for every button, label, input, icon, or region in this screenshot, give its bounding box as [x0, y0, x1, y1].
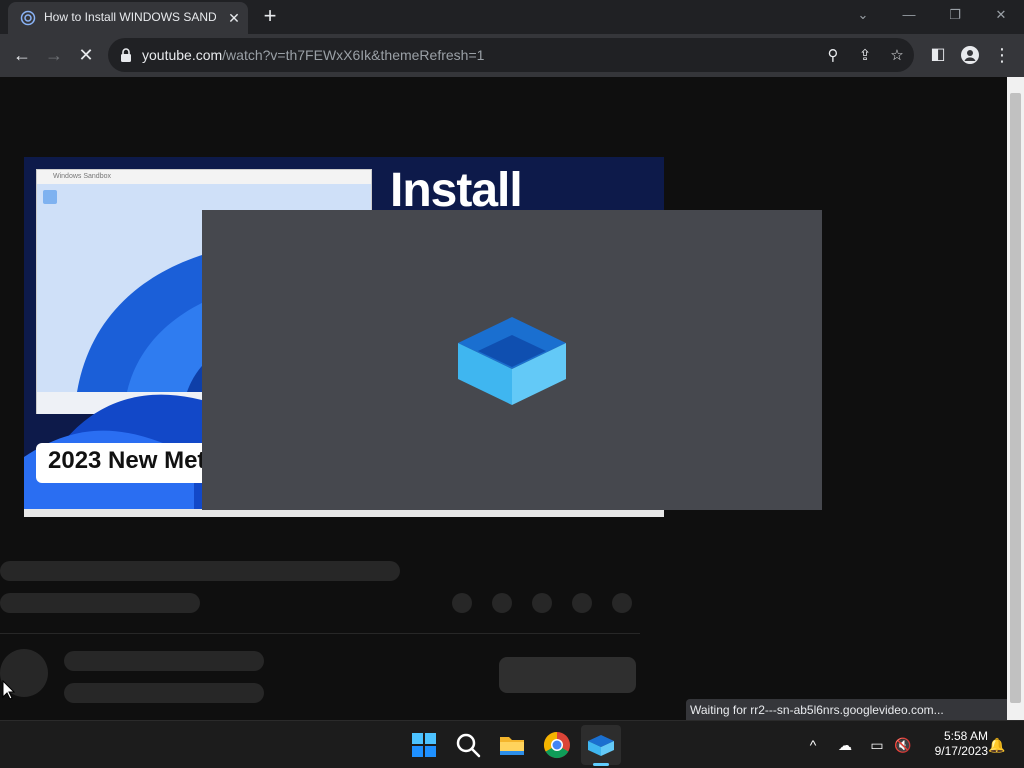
network-icon[interactable]: ▭: [867, 735, 887, 755]
clock-date: 9/17/2023: [934, 744, 988, 758]
windows-sandbox-icon[interactable]: [585, 729, 617, 761]
browser-tab-active[interactable]: How to Install WINDOWS SANDBOX ✕: [8, 2, 248, 34]
share-icon[interactable]: ⇪: [855, 46, 875, 66]
url-path: /watch?v=th7FEWxX6Ik&themeRefresh=1: [222, 47, 485, 63]
action-skeleton: [452, 593, 472, 613]
profile-avatar-icon[interactable]: [958, 43, 982, 67]
action-skeleton: [532, 593, 552, 613]
lock-icon[interactable]: [120, 48, 132, 62]
scrollbar-thumb[interactable]: [1010, 93, 1021, 703]
channel-name-skeleton: [64, 651, 264, 671]
address-bar[interactable]: youtube.com/watch?v=th7FEWxX6Ik&themeRef…: [108, 38, 914, 72]
tab-search-chevron-icon[interactable]: ⌄: [848, 4, 878, 26]
forward-arrow-icon[interactable]: →: [42, 43, 66, 67]
subscribe-skeleton: [499, 657, 636, 693]
onedrive-icon[interactable]: ☁: [835, 735, 855, 755]
page-scrollbar[interactable]: [1007, 77, 1024, 720]
file-explorer-icon[interactable]: [496, 729, 528, 761]
title-skeleton: [0, 561, 400, 581]
start-icon[interactable]: [408, 729, 440, 761]
search-icon[interactable]: ⚲: [823, 46, 843, 66]
minimize-button[interactable]: —: [894, 4, 924, 26]
windows-sandbox-splash: [202, 210, 822, 510]
youtube-page: Windows Sandbox Install 2023 New Method: [0, 77, 1007, 720]
mouse-cursor-icon: [2, 680, 16, 700]
notifications-bell-icon[interactable]: 🔔: [987, 735, 1007, 755]
new-tab-button[interactable]: +: [258, 5, 282, 29]
restore-button[interactable]: ❐: [940, 4, 970, 26]
action-skeleton: [572, 593, 592, 613]
meta-skeleton: [0, 593, 200, 613]
show-hidden-icons-chevron-icon[interactable]: ^: [803, 735, 823, 755]
windows-sandbox-icon: [458, 317, 566, 405]
divider: [0, 633, 640, 634]
loading-status-bubble: Waiting for rr2---sn-ab5l6nrs.googlevide…: [686, 699, 1007, 720]
close-window-button[interactable]: ✕: [986, 4, 1016, 26]
taskbar-clock[interactable]: 5:58 AM 9/17/2023: [918, 729, 988, 761]
browser-titlebar: How to Install WINDOWS SANDBOX ✕ + ⌄ — ❐…: [0, 0, 1024, 34]
volume-muted-icon[interactable]: 🔇: [893, 735, 913, 755]
chrome-icon[interactable]: [541, 729, 573, 761]
tab-title: How to Install WINDOWS SANDBOX: [44, 10, 216, 24]
loading-favicon-icon: [20, 10, 36, 26]
taskbar-running-indicator: [593, 763, 609, 766]
back-arrow-icon[interactable]: ←: [10, 43, 34, 67]
thumbnail-bottom-bar: [24, 509, 664, 517]
stop-loading-icon[interactable]: ✕: [74, 43, 98, 67]
windows-taskbar: ^ ☁ ▭ 🔇 5:58 AM 9/17/2023 🔔: [0, 720, 1024, 768]
channel-subs-skeleton: [64, 683, 264, 703]
action-skeleton: [492, 593, 512, 613]
side-panel-icon[interactable]: ◧: [926, 43, 950, 67]
url-text[interactable]: youtube.com/watch?v=th7FEWxX6Ik&themeRef…: [142, 47, 484, 63]
bookmark-star-icon[interactable]: ☆: [887, 46, 907, 66]
clock-time: 5:58 AM: [943, 729, 988, 743]
search-icon[interactable]: [452, 729, 484, 761]
tab-close-icon[interactable]: ✕: [224, 8, 244, 28]
action-skeleton: [612, 593, 632, 613]
url-host: youtube.com: [142, 47, 223, 63]
menu-kebab-icon[interactable]: ⋮: [990, 43, 1014, 67]
browser-toolbar: ← → ✕ youtube.com/watch?v=th7FEWxX6Ik&th…: [0, 34, 1024, 77]
